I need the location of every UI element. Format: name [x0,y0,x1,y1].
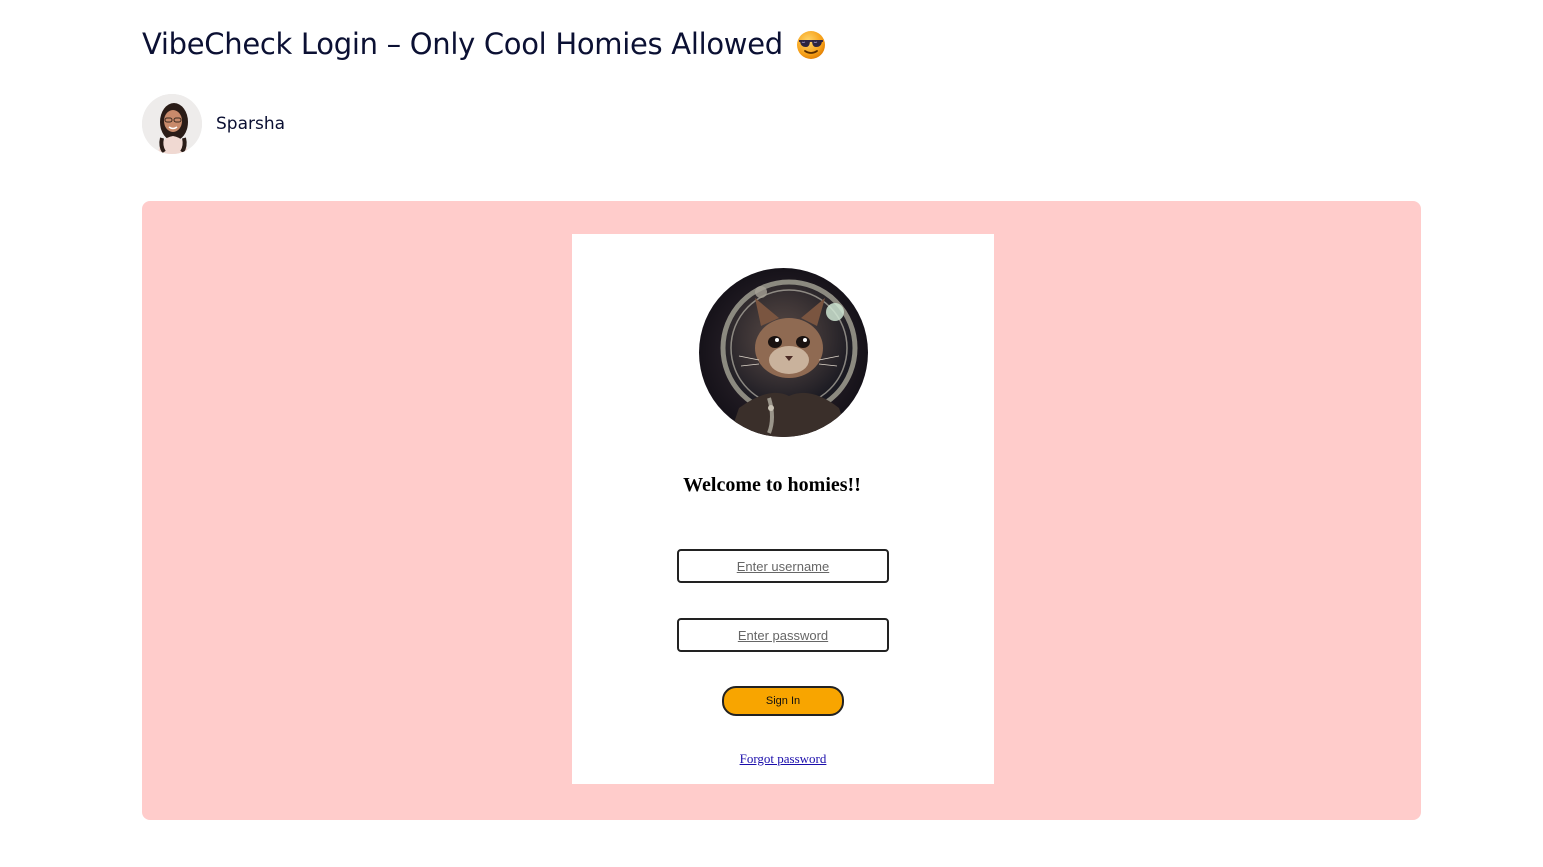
login-card: Welcome to homies!! Enter username Enter… [572,234,994,784]
author-block[interactable]: Sparsha [142,94,285,154]
sign-in-button[interactable]: Sign In [722,686,844,716]
author-name[interactable]: Sparsha [216,114,285,134]
password-placeholder[interactable]: Enter password [738,628,828,643]
username-placeholder[interactable]: Enter username [737,559,830,574]
password-input[interactable]: Enter password [677,618,889,652]
welcome-heading: Welcome to homies!! [683,474,861,496]
preview-stage: Welcome to homies!! Enter username Enter… [142,201,1421,820]
username-input[interactable]: Enter username [677,549,889,583]
post-title: VibeCheck Login – Only Cool Homies Allow… [142,22,827,66]
post-title-text: VibeCheck Login – Only Cool Homies Allow… [142,27,783,61]
forgot-password-link[interactable]: Forgot password [572,751,994,767]
page: VibeCheck Login – Only Cool Homies Allow… [0,0,1543,867]
astronaut-cat-avatar [699,268,868,437]
avatar[interactable] [142,94,202,154]
sunglasses-emoji-icon [795,28,827,60]
